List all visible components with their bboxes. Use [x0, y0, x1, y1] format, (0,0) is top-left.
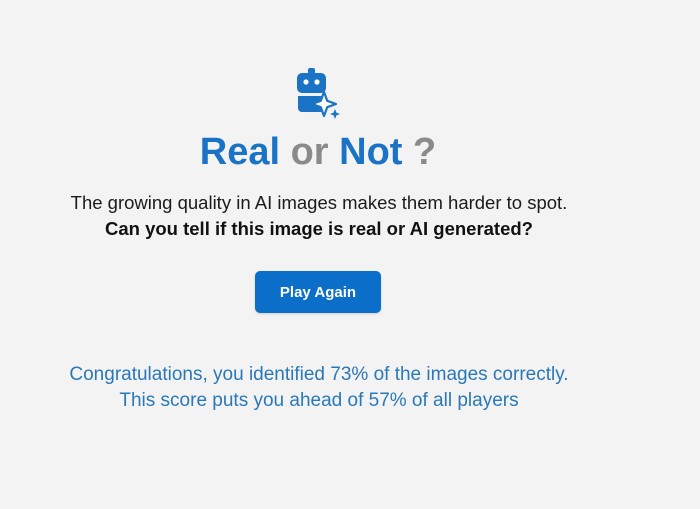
play-again-button[interactable]: Play Again	[255, 271, 381, 313]
intro-line-1: The growing quality in AI images makes t…	[70, 192, 568, 213]
title-word-not: Not	[339, 131, 403, 173]
robot-sparkle-icon	[294, 66, 342, 120]
result-score-line: Congratulations, you identified 73% of t…	[69, 364, 569, 385]
game-page: Real or Not ? The growing quality in AI …	[0, 0, 700, 509]
intro-text: The growing quality in AI images makes t…	[0, 190, 638, 242]
title-question-mark: ?	[413, 131, 437, 173]
page-title: Real or Not ?	[0, 128, 636, 176]
result-message: Congratulations, you identified 73% of t…	[0, 362, 638, 414]
title-word-or: or	[290, 131, 329, 173]
result-rank-line: This score puts you ahead of 57% of all …	[119, 390, 519, 411]
title-word-real: Real	[199, 131, 281, 173]
intro-question: Can you tell if this image is real or AI…	[104, 218, 533, 239]
